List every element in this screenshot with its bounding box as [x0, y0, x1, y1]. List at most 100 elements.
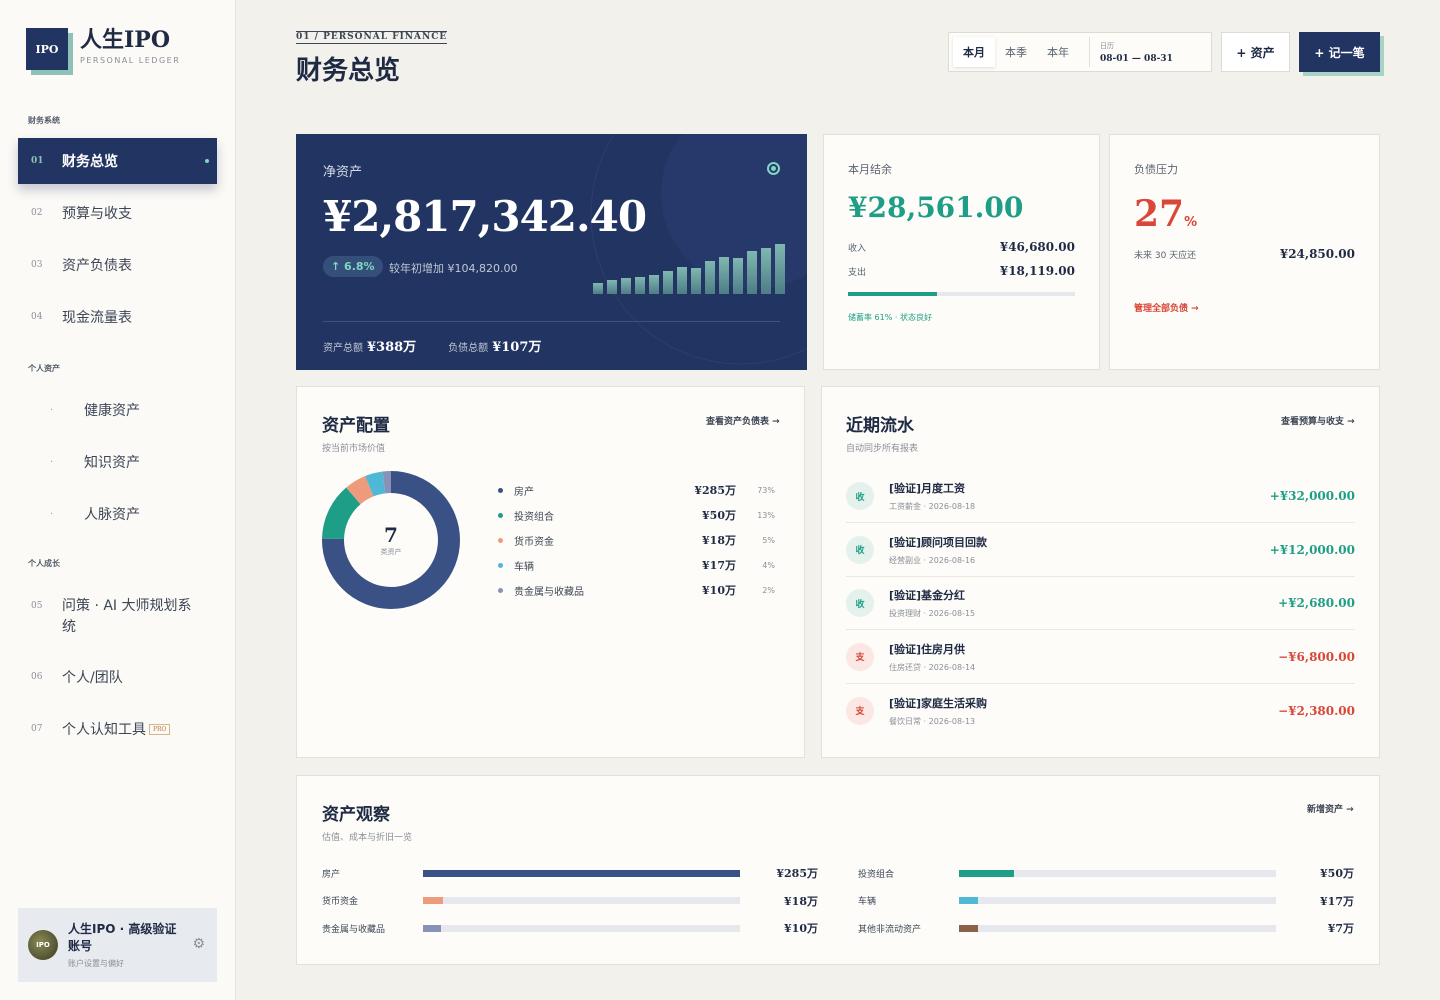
transactions-title: 近期流水	[846, 416, 914, 436]
observation-row[interactable]: 贵金属与收藏品 ¥10万	[322, 922, 818, 935]
expense-icon: 支	[846, 696, 874, 725]
observation-value: ¥50万	[1320, 867, 1354, 880]
pro-badge: PRO	[149, 723, 171, 735]
manage-debt-link[interactable]: 管理全部负债 →	[1134, 301, 1355, 314]
tab-year[interactable]: 本年	[1037, 37, 1079, 67]
debt-pressure-unit: %	[1184, 215, 1198, 230]
observation-fill	[959, 897, 979, 904]
sidebar-item-ai-planner[interactable]: 05 问策 · AI 大师规划系统	[18, 590, 217, 642]
observation-value: ¥10万	[784, 922, 818, 935]
divider	[323, 321, 780, 322]
trend-bar	[775, 244, 785, 294]
add-record-button[interactable]: + 记一笔	[1299, 32, 1380, 72]
legend-name: 车辆	[514, 561, 534, 573]
sidebar-item-overview[interactable]: 01 财务总览	[18, 138, 217, 184]
legend-percent: 13%	[757, 510, 775, 520]
view-budget-link[interactable]: 查看预算与收支 →	[1281, 414, 1355, 427]
nav-label: 个人/团队	[62, 670, 123, 686]
sidebar-item-balance-sheet[interactable]: 03 资产负债表	[18, 242, 217, 288]
trend-bar	[761, 248, 771, 294]
allocation-legend-item[interactable]: 房产 ¥285万 73%	[498, 483, 781, 498]
savings-progress	[848, 292, 1075, 296]
avatar: IPO	[28, 930, 58, 960]
allocation-legend-item[interactable]: 车辆 ¥17万 4%	[498, 558, 781, 573]
sidebar-item-team[interactable]: 06 个人/团队	[18, 654, 217, 700]
add-asset-link[interactable]: 新增资产 →	[1307, 802, 1354, 815]
trend-bar	[691, 268, 701, 294]
observation-track	[959, 924, 1276, 932]
net-worth-value: ¥2,817,342.40	[323, 192, 647, 241]
observation-row[interactable]: 投资组合 ¥50万	[858, 867, 1354, 880]
observation-name: 货币资金	[322, 897, 359, 907]
legend-name: 贵金属与收藏品	[514, 586, 584, 598]
net-worth-card: 净资产 ¥2,817,342.40 ↑ 6.8% 较年初增加 ¥104,820.…	[296, 134, 807, 370]
account-card[interactable]: IPO 人生IPO · 高级验证账号 账户设置与偏好 ⚙	[18, 908, 217, 982]
observation-row[interactable]: 车辆 ¥17万	[858, 895, 1354, 908]
gear-icon[interactable]: ⚙	[192, 936, 205, 952]
transaction-name: [验证]住房月供	[889, 642, 966, 656]
savings-note: 储蓄率 61% · 状态良好	[848, 313, 932, 322]
expense-value: ¥18,119.00	[999, 264, 1075, 278]
nav-number: 05	[31, 601, 43, 611]
legend-dot-icon	[498, 562, 503, 568]
nav-label: 知识资产	[84, 455, 140, 471]
transaction-row[interactable]: 收 [验证]基金分红 投资理财 · 2026-08-15 +¥2,680.00	[846, 577, 1355, 630]
debt-value: ¥107万	[492, 340, 542, 355]
trend-bar	[733, 257, 743, 294]
nav-section-assets: 个人资产	[28, 364, 60, 373]
legend-percent: 73%	[757, 485, 775, 495]
observation-name: 其他非流动资产	[858, 924, 922, 935]
legend-name: 货币资金	[514, 536, 554, 548]
debt-pressure-label: 负债压力	[1134, 163, 1178, 176]
transaction-name: [验证]家庭生活采购	[889, 696, 988, 710]
transaction-row[interactable]: 支 [验证]家庭生活采购 餐饮日常 · 2026-08-13 −¥2,380.00	[846, 684, 1355, 737]
legend-dot-icon	[498, 587, 503, 593]
transaction-row[interactable]: 收 [验证]月度工资 工资薪金 · 2026-08-18 +¥32,000.00	[846, 470, 1355, 523]
transaction-row[interactable]: 收 [验证]顾问项目回款 经营副业 · 2026-08-16 +¥12,000.00	[846, 524, 1355, 577]
allocation-legend-item[interactable]: 投资组合 ¥50万 13%	[498, 508, 781, 523]
transaction-name: [验证]月度工资	[889, 482, 966, 495]
debt-pressure-card: 负债压力 27% 未来 30 天应还 ¥24,850.00 管理全部负债 →	[1109, 134, 1380, 370]
legend-value: ¥10万	[702, 584, 736, 597]
income-icon: 收	[846, 589, 874, 617]
add-asset-button[interactable]: + 资产	[1221, 32, 1290, 72]
observation-row[interactable]: 房产 ¥285万	[322, 867, 818, 880]
monthly-balance-card: 本月结余 ¥28,561.00 收入 ¥46,680.00 支出 ¥18,119…	[823, 134, 1100, 370]
trend-bar	[705, 260, 715, 294]
bullet-icon: ·	[50, 404, 54, 416]
brand-logo[interactable]: IPO 人生IPO PERSONAL LEDGER	[26, 28, 180, 70]
balance-label: 本月结余	[848, 163, 892, 176]
sidebar-item-budget[interactable]: 02 预算与收支	[18, 190, 217, 236]
income-label: 收入	[848, 244, 867, 254]
nav-number: 06	[31, 672, 43, 682]
date-range-picker[interactable]: 日历 08-01 — 08-31	[1089, 37, 1173, 67]
observation-row[interactable]: 其他非流动资产 ¥7万	[858, 922, 1354, 935]
nav-label: 健康资产	[84, 403, 140, 419]
brand-subtitle: PERSONAL LEDGER	[80, 56, 181, 65]
sidebar-item-health[interactable]: · 健康资产	[50, 400, 140, 420]
transactions-card: 近期流水 自动同步所有报表 查看预算与收支 → 收 [验证]月度工资 工资薪金 · …	[821, 386, 1380, 758]
observation-name: 贵金属与收藏品	[322, 924, 386, 935]
sidebar-item-knowledge[interactable]: · 知识资产	[50, 452, 140, 472]
transaction-row[interactable]: 支 [验证]住房月供 住房还贷 · 2026-08-14 −¥6,800.00	[846, 631, 1355, 684]
observation-fill	[959, 924, 979, 932]
tab-month[interactable]: 本月	[953, 37, 995, 67]
sidebar-item-cognition[interactable]: 07 个人认知工具 PRO	[18, 706, 217, 752]
sidebar-item-network[interactable]: · 人脉资产	[50, 504, 140, 524]
observation-fill	[423, 924, 441, 932]
trend-bar	[607, 280, 617, 294]
sidebar-item-cashflow[interactable]: 04 现金流量表	[18, 294, 217, 340]
observation-row[interactable]: 货币资金 ¥18万	[322, 895, 818, 908]
active-dot-icon	[205, 159, 209, 163]
legend-percent: 4%	[762, 560, 775, 570]
allocation-legend-item[interactable]: 货币资金 ¥18万 5%	[498, 533, 781, 548]
allocation-legend-item[interactable]: 贵金属与收藏品 ¥10万 2%	[498, 583, 781, 598]
transaction-amount: +¥2,680.00	[1278, 596, 1355, 610]
legend-value: ¥50万	[702, 509, 736, 522]
observation-name: 房产	[322, 869, 341, 880]
transaction-name: [验证]基金分红	[889, 589, 966, 602]
legend-dot-icon	[498, 537, 503, 543]
transaction-amount: +¥32,000.00	[1269, 489, 1355, 503]
tab-quarter[interactable]: 本季	[995, 37, 1037, 67]
view-balance-sheet-link[interactable]: 查看资产负债表 →	[706, 414, 780, 427]
